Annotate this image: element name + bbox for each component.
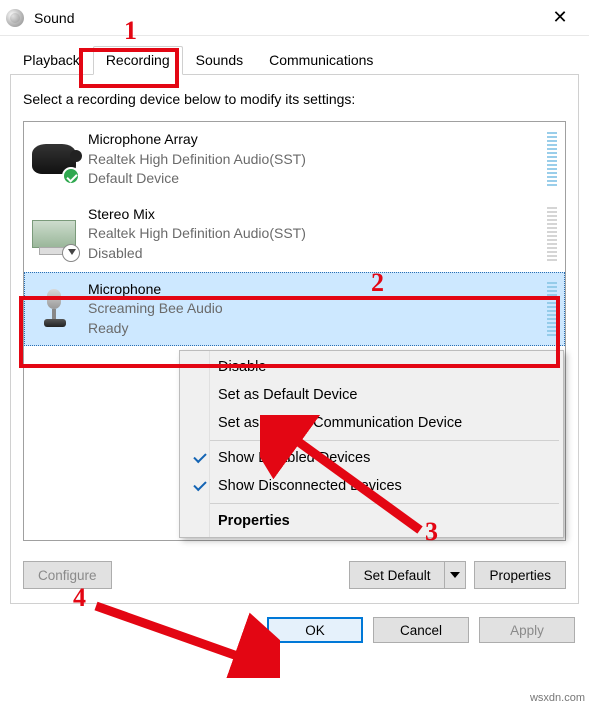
device-name: Stereo Mix: [88, 205, 547, 225]
menu-disable[interactable]: Disable: [182, 353, 561, 381]
device-driver: Realtek High Definition Audio(SST): [88, 224, 547, 244]
level-meter-icon: [547, 282, 557, 336]
set-default-button[interactable]: Set Default: [349, 561, 445, 589]
apply-button[interactable]: Apply: [479, 617, 575, 643]
device-text: Stereo Mix Realtek High Definition Audio…: [88, 205, 547, 264]
device-driver: Realtek High Definition Audio(SST): [88, 150, 547, 170]
device-state: Ready: [88, 319, 547, 339]
menu-set-default-communication-device[interactable]: Set as Default Communication Device: [182, 409, 561, 437]
level-meter-icon: [547, 132, 557, 186]
disabled-badge-icon: [62, 244, 80, 262]
cancel-button[interactable]: Cancel: [373, 617, 469, 643]
menu-separator: [184, 503, 559, 504]
device-text: Microphone Array Realtek High Definition…: [88, 130, 547, 189]
menu-set-default-device[interactable]: Set as Default Device: [182, 381, 561, 409]
tab-sounds[interactable]: Sounds: [183, 46, 256, 75]
menu-separator: [184, 440, 559, 441]
device-state: Disabled: [88, 244, 547, 264]
device-state: Default Device: [88, 169, 547, 189]
device-text: Microphone Screaming Bee Audio Ready: [88, 280, 547, 339]
device-name: Microphone Array: [88, 130, 547, 150]
watermark: wsxdn.com: [530, 692, 585, 704]
menu-show-disconnected-devices[interactable]: Show Disconnected Devices: [182, 472, 561, 500]
device-icon: [30, 135, 78, 183]
device-driver: Screaming Bee Audio: [88, 299, 547, 319]
device-icon: [30, 210, 78, 258]
device-row-microphone-array[interactable]: Microphone Array Realtek High Definition…: [24, 122, 565, 197]
dialog-button-row: OK Cancel Apply: [0, 605, 589, 643]
device-row-microphone[interactable]: Microphone Screaming Bee Audio Ready: [24, 272, 565, 347]
recording-panel: Select a recording device below to modif…: [10, 74, 579, 604]
ok-button[interactable]: OK: [267, 617, 363, 643]
device-list[interactable]: Microphone Array Realtek High Definition…: [23, 121, 566, 541]
set-default-dropdown-arrow[interactable]: [444, 561, 466, 589]
menu-properties[interactable]: Properties: [182, 507, 561, 535]
sound-icon: [6, 9, 24, 27]
device-name: Microphone: [88, 280, 547, 300]
tab-recording[interactable]: Recording: [93, 46, 183, 75]
default-badge-icon: [62, 167, 80, 185]
close-button[interactable]: ✕: [537, 1, 583, 35]
set-default-split-button[interactable]: Set Default: [349, 561, 467, 589]
tab-playback[interactable]: Playback: [10, 46, 93, 75]
device-row-stereo-mix[interactable]: Stereo Mix Realtek High Definition Audio…: [24, 197, 565, 272]
level-meter-icon: [547, 207, 557, 261]
window-title: Sound: [34, 10, 537, 26]
tab-communications[interactable]: Communications: [256, 46, 386, 75]
title-bar: Sound ✕: [0, 0, 589, 36]
menu-show-disabled-devices[interactable]: Show Disabled Devices: [182, 444, 561, 472]
panel-button-row: Configure Set Default Properties: [23, 561, 566, 589]
properties-button[interactable]: Properties: [474, 561, 566, 589]
device-icon: [30, 285, 78, 333]
tab-strip: Playback Recording Sounds Communications: [0, 36, 589, 75]
configure-button[interactable]: Configure: [23, 561, 112, 589]
context-menu: Disable Set as Default Device Set as Def…: [179, 350, 564, 538]
instruction-text: Select a recording device below to modif…: [23, 91, 566, 107]
